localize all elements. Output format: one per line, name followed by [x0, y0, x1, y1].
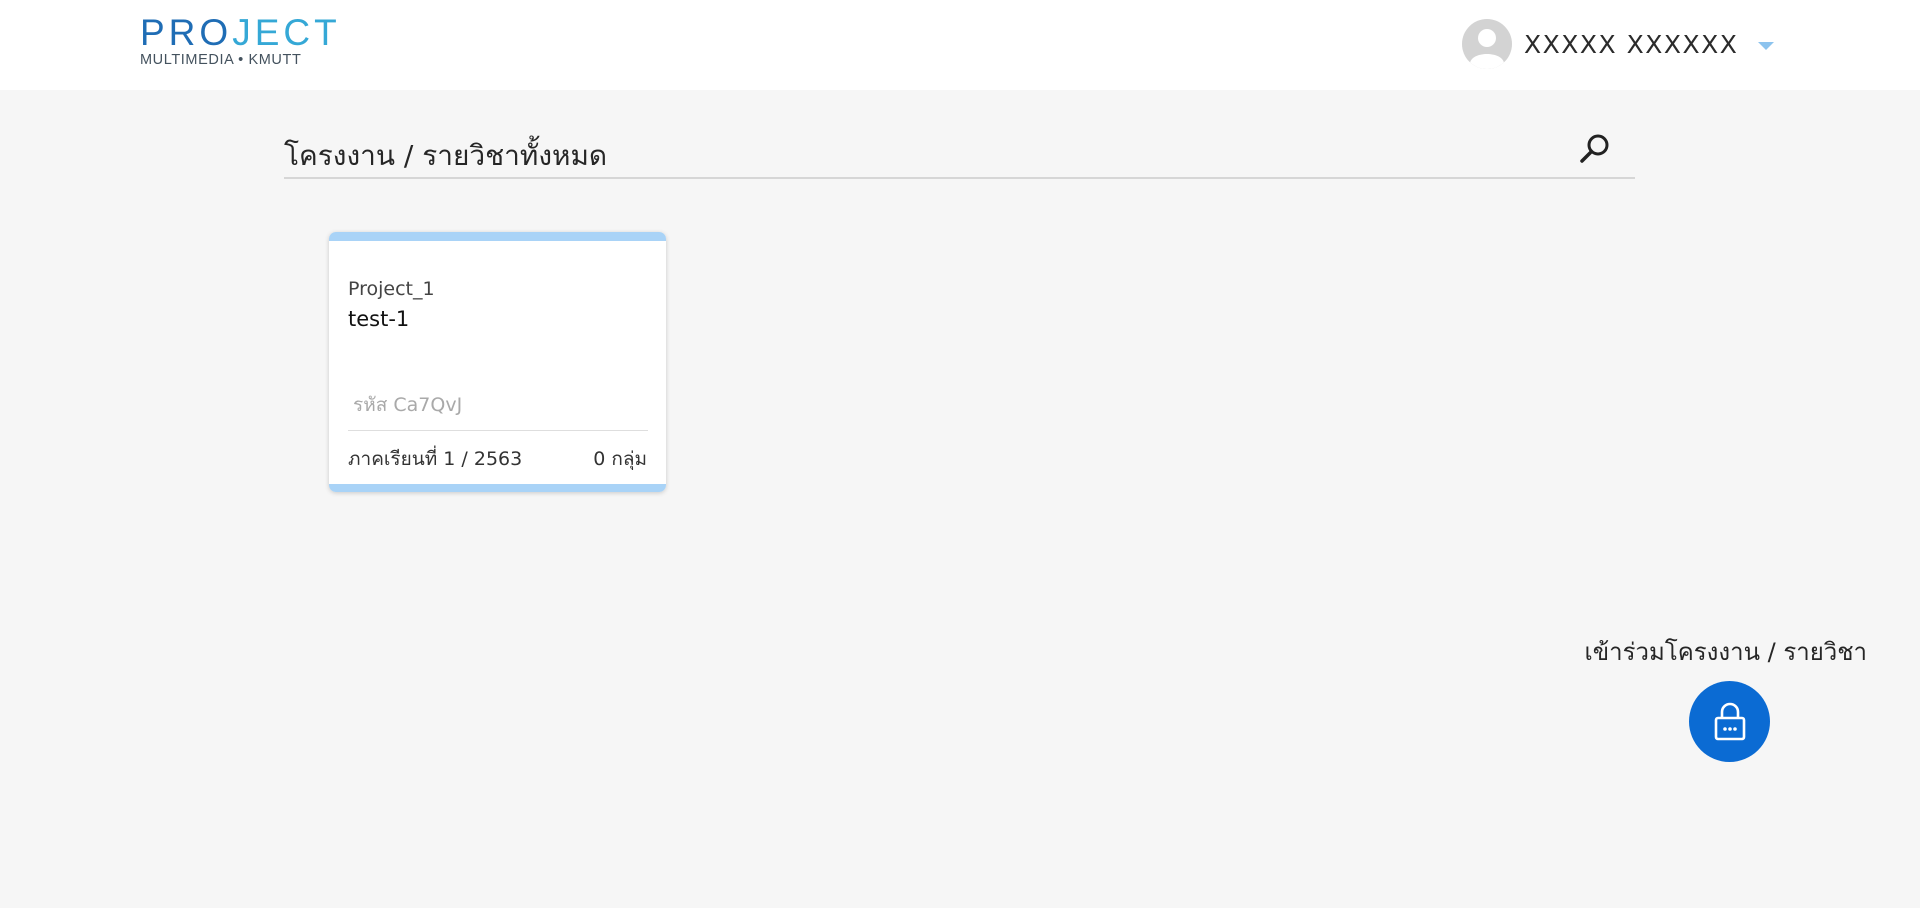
lock-icon [1714, 702, 1746, 741]
top-bar: PROJECT MULTIMEDIA • KMUTT XXXXX XXXXXX [0, 0, 1920, 90]
logo-title: PROJECT [140, 12, 341, 53]
logo-subtitle: MULTIMEDIA • KMUTT [140, 52, 302, 68]
breadcrumb: โครงงาน / รายวิชาทั้งหมด [284, 126, 1635, 179]
user-name: XXXXX XXXXXX [1524, 29, 1739, 59]
project-logo[interactable]: PROJECT MULTIMEDIA • KMUTT [140, 14, 337, 74]
join-project-button[interactable] [1689, 681, 1770, 762]
project-term: ภาคเรียนที่ 1 / 2563 [348, 448, 523, 470]
join-project-label: เข้าร่วมโครงงาน / รายวิชา [1584, 638, 1867, 666]
user-menu[interactable]: XXXXX XXXXXX [1462, 16, 1775, 72]
card-bottom-strip [329, 484, 666, 492]
project-name: test-1 [348, 307, 410, 331]
project-group-count: 0 กลุ่ม [593, 448, 647, 470]
search-icon [1580, 134, 1609, 163]
project-card[interactable]: Project_1 test-1 รหัส Ca7QvJ ภาคเรียนที่… [329, 232, 666, 492]
card-divider [348, 430, 648, 431]
project-join-code: รหัส Ca7QvJ [353, 394, 463, 416]
card-top-strip [329, 232, 666, 241]
user-avatar-icon [1462, 19, 1512, 69]
project-code: Project_1 [348, 278, 435, 300]
page-title: โครงงาน / รายวิชาทั้งหมด [284, 139, 608, 172]
chevron-down-icon[interactable] [1758, 42, 1775, 50]
search-button[interactable] [1575, 130, 1615, 170]
